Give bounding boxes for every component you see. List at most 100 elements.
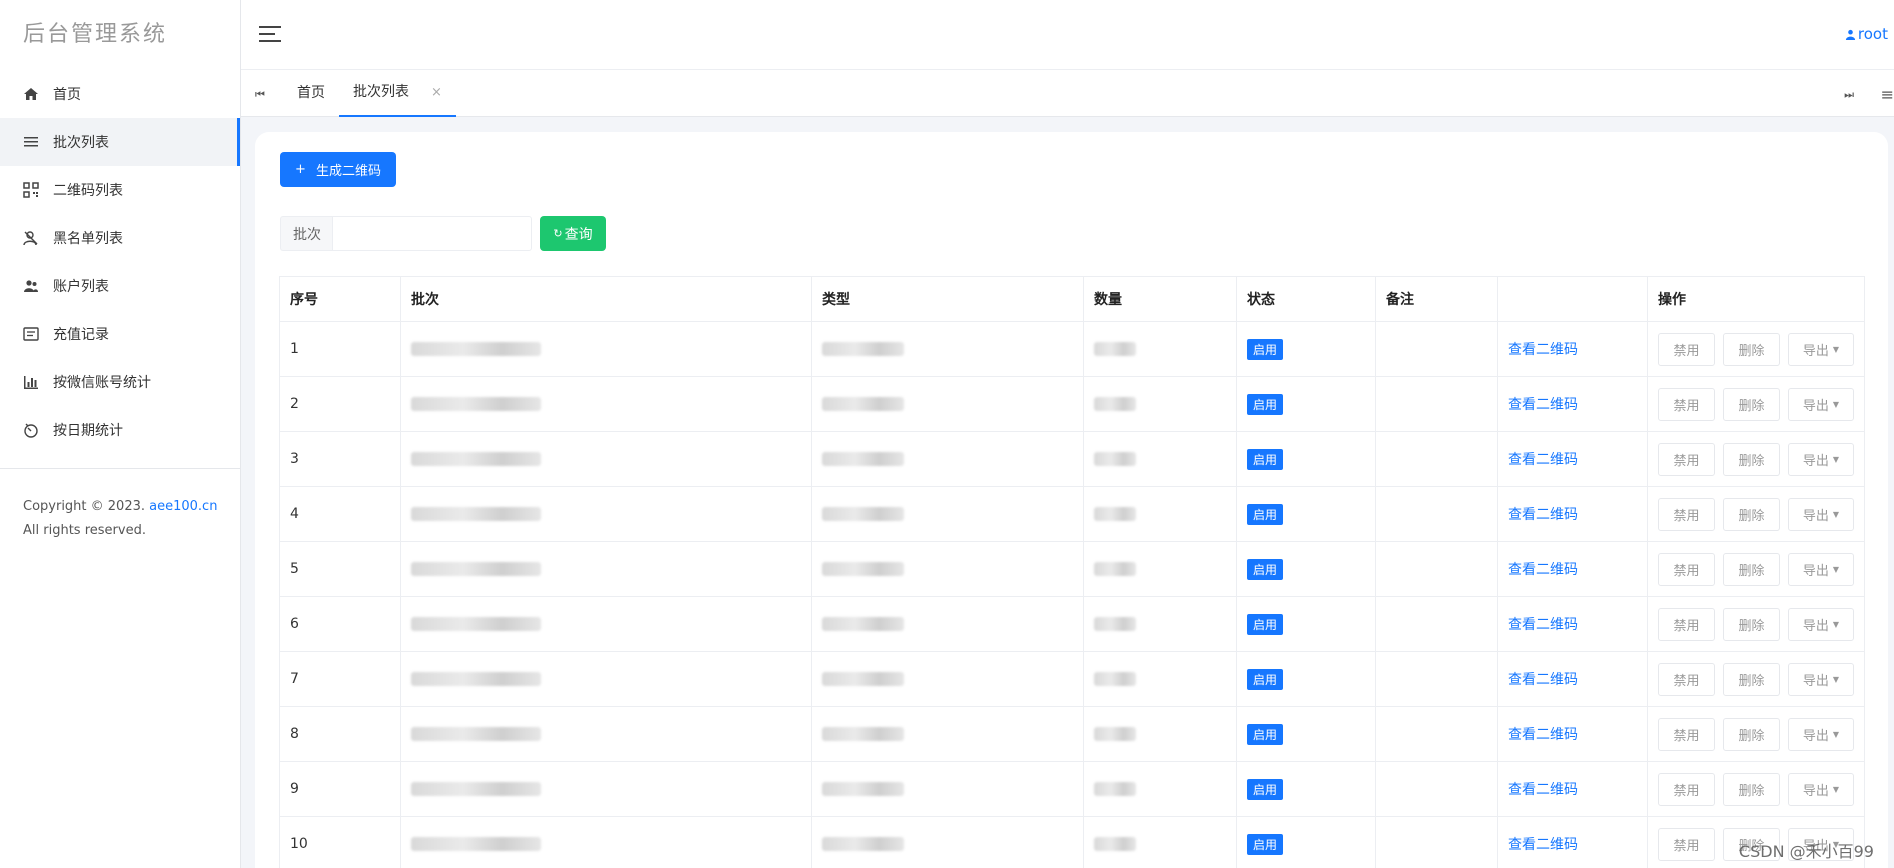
view-qrcode-link[interactable]: 查看二维码	[1508, 782, 1578, 798]
delete-button[interactable]: 删除	[1723, 497, 1780, 531]
row-quantity-redacted	[1083, 376, 1237, 432]
delete-button[interactable]: 删除	[1723, 662, 1780, 696]
row-actions: 禁用 删除 导出 ▼	[1647, 706, 1865, 762]
list-icon	[23, 134, 53, 150]
create-qrcode-label: 生成二维码	[315, 164, 381, 179]
disable-button[interactable]: 禁用	[1658, 662, 1715, 696]
row-batch-redacted	[400, 596, 812, 652]
copyright-link[interactable]: aee100.cn	[149, 499, 217, 514]
row-view-link: 查看二维码	[1497, 596, 1648, 652]
view-qrcode-link[interactable]: 查看二维码	[1508, 397, 1578, 413]
home-icon	[23, 86, 53, 102]
user-menu[interactable]: root	[1845, 25, 1888, 43]
export-dropdown-button[interactable]: 导出 ▼	[1788, 662, 1854, 696]
sidebar-item-date-stats[interactable]: 按日期统计	[0, 406, 240, 454]
export-dropdown-button[interactable]: 导出 ▼	[1788, 387, 1854, 421]
sidebar-item-blacklist[interactable]: 黑名单列表	[0, 214, 240, 262]
plus-icon: +	[295, 162, 306, 177]
disable-button[interactable]: 禁用	[1658, 442, 1715, 476]
export-dropdown-button[interactable]: 导出 ▼	[1788, 772, 1854, 806]
view-qrcode-link[interactable]: 查看二维码	[1508, 672, 1578, 688]
tab-close-icon[interactable]: ×	[431, 69, 442, 116]
disable-button[interactable]: 禁用	[1658, 552, 1715, 586]
sidebar-item-label: 充值记录	[53, 327, 109, 343]
row-type-redacted	[811, 431, 1084, 487]
search-button-label: 查询	[564, 226, 593, 243]
export-dropdown-button[interactable]: 导出 ▼	[1788, 497, 1854, 531]
sidebar-item-label: 按日期统计	[53, 423, 123, 439]
tabs-scroll-right-icon[interactable]: ⏭	[1844, 88, 1854, 102]
row-batch-redacted	[400, 321, 812, 377]
view-qrcode-link[interactable]: 查看二维码	[1508, 727, 1578, 743]
caret-down-icon: ▼	[1832, 564, 1840, 574]
export-dropdown-button[interactable]: 导出 ▼	[1788, 442, 1854, 476]
column-header-batch: 批次	[400, 276, 812, 322]
row-actions: 禁用 删除 导出 ▼	[1647, 596, 1865, 652]
export-label: 导出	[1802, 563, 1829, 579]
disable-button[interactable]: 禁用	[1658, 387, 1715, 421]
delete-button[interactable]: 删除	[1723, 607, 1780, 641]
sidebar-item-label: 黑名单列表	[53, 231, 123, 247]
menu-toggle-icon[interactable]	[259, 26, 281, 44]
disable-button[interactable]: 禁用	[1658, 607, 1715, 641]
sidebar-item-wechat-stats[interactable]: 按微信账号统计	[0, 358, 240, 406]
export-label: 导出	[1802, 453, 1829, 469]
table-row: 10 启用 查看二维码 禁用 删除 导出 ▼	[279, 816, 1865, 868]
row-remark	[1375, 651, 1498, 707]
view-qrcode-link[interactable]: 查看二维码	[1508, 452, 1578, 468]
sidebar-menu: 首页 批次列表 二维码列表 黑名单列表 账户列表 充值记录 按微信账号统计 按日…	[0, 70, 240, 454]
create-qrcode-button[interactable]: + 生成二维码	[280, 152, 396, 187]
export-dropdown-button[interactable]: 导出 ▼	[1788, 332, 1854, 366]
disable-button[interactable]: 禁用	[1658, 717, 1715, 751]
tabs-scroll-left-icon[interactable]: ⏮	[255, 88, 265, 102]
export-dropdown-button[interactable]: 导出 ▼	[1788, 607, 1854, 641]
tab-home[interactable]: 首页	[283, 70, 339, 117]
table-row: 9 启用 查看二维码 禁用 删除 导出 ▼	[279, 761, 1865, 817]
sidebar-item-home[interactable]: 首页	[0, 70, 240, 118]
delete-button[interactable]: 删除	[1723, 442, 1780, 476]
sidebar-item-recharge[interactable]: 充值记录	[0, 310, 240, 358]
row-view-link: 查看二维码	[1497, 541, 1648, 597]
row-view-link: 查看二维码	[1497, 816, 1648, 868]
sidebar-item-batch-list[interactable]: 批次列表	[0, 118, 240, 166]
timer-icon	[23, 422, 53, 438]
delete-button[interactable]: 删除	[1723, 552, 1780, 586]
export-dropdown-button[interactable]: 导出 ▼	[1788, 717, 1854, 751]
row-index: 5	[279, 541, 401, 597]
sidebar-item-accounts[interactable]: 账户列表	[0, 262, 240, 310]
disable-button[interactable]: 禁用	[1658, 772, 1715, 806]
row-batch-redacted	[400, 486, 812, 542]
row-remark	[1375, 321, 1498, 377]
delete-button[interactable]: 删除	[1723, 717, 1780, 751]
tab-batch-list[interactable]: 批次列表 ×	[339, 70, 456, 117]
view-qrcode-link[interactable]: 查看二维码	[1508, 617, 1578, 633]
batch-search-input[interactable]	[332, 216, 532, 251]
delete-button[interactable]: 删除	[1723, 772, 1780, 806]
delete-button[interactable]: 删除	[1723, 332, 1780, 366]
row-status: 启用	[1236, 651, 1376, 707]
column-header-status: 状态	[1236, 276, 1376, 322]
disable-button[interactable]: 禁用	[1658, 827, 1715, 861]
record-icon	[23, 326, 53, 342]
search-button[interactable]: ↻ 查询	[540, 216, 606, 251]
batch-table: 序号 批次 类型 数量 状态 备注 操作 1 启用 查看二维码 禁用 删除 导出…	[279, 276, 1865, 868]
disable-button[interactable]: 禁用	[1658, 332, 1715, 366]
view-qrcode-link[interactable]: 查看二维码	[1508, 562, 1578, 578]
sidebar-item-qrcode-list[interactable]: 二维码列表	[0, 166, 240, 214]
view-qrcode-link[interactable]: 查看二维码	[1508, 837, 1578, 853]
row-view-link: 查看二维码	[1497, 706, 1648, 762]
view-qrcode-link[interactable]: 查看二维码	[1508, 507, 1578, 523]
caret-down-icon: ▼	[1832, 784, 1840, 794]
disable-button[interactable]: 禁用	[1658, 497, 1715, 531]
row-remark	[1375, 706, 1498, 762]
row-index: 9	[279, 761, 401, 817]
delete-button[interactable]: 删除	[1723, 387, 1780, 421]
view-qrcode-link[interactable]: 查看二维码	[1508, 342, 1578, 358]
row-actions: 禁用 删除 导出 ▼	[1647, 541, 1865, 597]
row-quantity-redacted	[1083, 761, 1237, 817]
tabs-menu-icon[interactable]: ≡	[1881, 85, 1894, 104]
export-dropdown-button[interactable]: 导出 ▼	[1788, 552, 1854, 586]
row-status: 启用	[1236, 541, 1376, 597]
row-status: 启用	[1236, 706, 1376, 762]
row-type-redacted	[811, 706, 1084, 762]
